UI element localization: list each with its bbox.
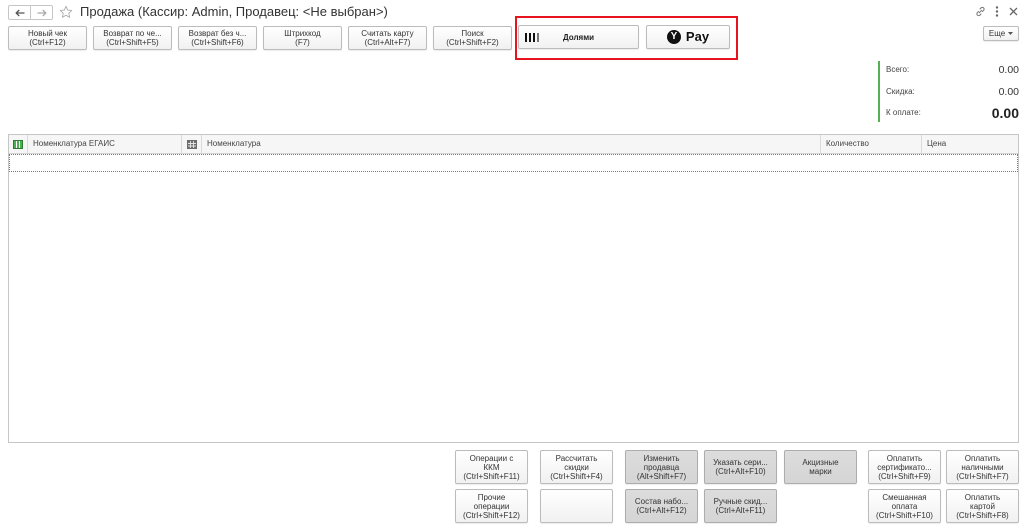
arrow-left-icon [14,9,24,16]
link-icon [975,6,985,16]
button-label: Состав набо... [634,497,689,506]
history-navigation [8,5,53,20]
button-label: Поиск [461,29,484,38]
close-button[interactable] [1007,5,1019,17]
button-shortcut: (Ctrl+Shift+F2) [446,38,499,47]
button-label: Долями [562,32,595,42]
return-by-receipt-button[interactable]: Возврат по че... (Ctrl+Shift+F5) [93,26,172,50]
column-hash-icon[interactable] [182,135,202,153]
button-label: Считать карту [361,29,414,38]
kit-contents-button[interactable]: Состав набо... (Ctrl+Alt+F12) [625,489,698,523]
barcode-button[interactable]: Штрихкод (F7) [263,26,342,50]
favorite-button[interactable] [59,5,73,19]
button-label: Ручные скид... [713,497,768,506]
totals-accent-line [878,61,880,122]
other-operations-button[interactable]: Прочие операции (Ctrl+Shift+F12) [455,489,528,523]
button-shortcut: (Alt+Shift+F7) [636,471,687,481]
button-shortcut: (Ctrl+Alt+F12) [636,506,687,515]
arrow-right-icon [37,9,47,16]
button-shortcut: (Ctrl+Shift+F9) [878,471,931,481]
button-label: Прочие операции [473,492,510,511]
hash-icon [186,139,197,149]
star-icon [59,5,73,18]
to-pay-label: К оплате: [886,108,921,117]
column-egais-icon[interactable] [9,135,28,153]
kkm-operations-button[interactable]: Операции с ККМ (Ctrl+Shift+F11) [455,450,528,484]
total-value: 0.00 [998,64,1019,76]
button-label: Pay [685,29,710,44]
button-shortcut: (Ctrl+Alt+F10) [715,467,766,476]
change-seller-button[interactable]: Изменить продавца (Alt+Shift+F7) [625,450,698,484]
total-label: Всего: [886,65,910,74]
button-label: Смешанная оплата [882,492,927,511]
button-shortcut: (Ctrl+F12) [29,38,66,47]
excise-marks-button[interactable]: Акцизные марки [784,450,857,484]
more-vertical-icon [995,5,999,17]
column-header-price[interactable]: Цена [922,135,1018,153]
table-row[interactable] [9,154,1018,172]
dolyami-button[interactable]: Долями [518,25,639,49]
back-button[interactable] [9,6,30,19]
table-header: Номенклатура ЕГАИС Номенклатура Количест… [9,135,1018,154]
button-label: Оплатить сертификато... [877,453,932,472]
button-label: Еще [988,29,1006,38]
more-actions-button[interactable]: Еще [983,26,1019,41]
return-without-receipt-button[interactable]: Возврат без ч... (Ctrl+Shift+F6) [178,26,257,50]
button-label: Штрихкод [284,29,321,38]
button-shortcut: (Ctrl+Shift+F5) [106,38,159,47]
button-shortcut: (Ctrl+Shift+F6) [191,38,244,47]
button-shortcut: (F7) [295,38,310,47]
specify-serials-button[interactable]: Указать сери... (Ctrl+Alt+F10) [704,450,777,484]
read-card-button[interactable]: Считать карту (Ctrl+Alt+F7) [348,26,427,50]
calculate-discounts-button[interactable]: Рассчитать скидки (Ctrl+Shift+F4) [540,450,613,484]
button-label: Акцизные марки [802,458,839,476]
button-label: Возврат без ч... [188,29,247,38]
button-shortcut: (Ctrl+Shift+F8) [956,510,1009,520]
forward-button[interactable] [30,6,52,19]
button-label: Оплатить картой [964,492,1001,511]
button-label: Оплатить наличными [961,453,1004,472]
more-menu-button[interactable] [993,5,1001,17]
column-header-quantity[interactable]: Количество [821,135,922,153]
mixed-payment-button[interactable]: Смешанная оплата (Ctrl+Shift+F10) [868,489,941,523]
button-label: Изменить продавца [643,453,680,472]
column-header-egais[interactable]: Номенклатура ЕГАИС [28,135,182,153]
button-shortcut: (Ctrl+Shift+F10) [876,510,933,520]
search-button[interactable]: Поиск (Ctrl+Shift+F2) [433,26,512,50]
button-shortcut: (Ctrl+Alt+F11) [715,506,766,515]
button-label: Возврат по че... [103,29,162,38]
page-title: Продажа (Кассир: Admin, Продавец: <Не вы… [80,4,388,19]
pay-cash-button[interactable]: Оплатить наличными (Ctrl+Shift+F7) [946,450,1019,484]
manual-discounts-button[interactable]: Ручные скид... (Ctrl+Alt+F11) [704,489,777,523]
button-shortcut: (Ctrl+Shift+F7) [956,471,1009,481]
button-label: Указать сери... [713,458,768,467]
button-shortcut: (Ctrl+Shift+F4) [550,471,603,481]
chevron-down-icon [1008,32,1014,35]
to-pay-value: 0.00 [991,105,1019,121]
close-icon [1009,7,1017,15]
discount-value: 0.00 [998,86,1019,98]
button-shortcut: (Ctrl+Shift+F11) [463,471,520,481]
yandex-pay-button[interactable]: Y Pay [646,25,730,49]
unlabeled-action-button[interactable] [540,489,613,523]
items-table: Номенклатура ЕГАИС Номенклатура Количест… [8,134,1019,443]
dolyami-logo-icon [525,33,539,42]
button-label: Рассчитать скидки [555,453,598,472]
button-label: Операции с ККМ [469,453,514,472]
column-header-nomenclature[interactable]: Номенклатура [202,135,821,153]
button-label: Новый чек [27,29,68,38]
link-button[interactable] [974,5,986,17]
button-shortcut: (Ctrl+Shift+F12) [463,510,520,520]
button-shortcut: (Ctrl+Alt+F7) [364,38,411,47]
discount-label: Скидка: [886,87,915,96]
new-receipt-button[interactable]: Новый чек (Ctrl+F12) [8,26,87,50]
pay-certificate-button[interactable]: Оплатить сертификато... (Ctrl+Shift+F9) [868,450,941,484]
yandex-pay-logo-icon: Y [666,30,681,44]
egais-table-icon [13,139,23,149]
pay-card-button[interactable]: Оплатить картой (Ctrl+Shift+F8) [946,489,1019,523]
